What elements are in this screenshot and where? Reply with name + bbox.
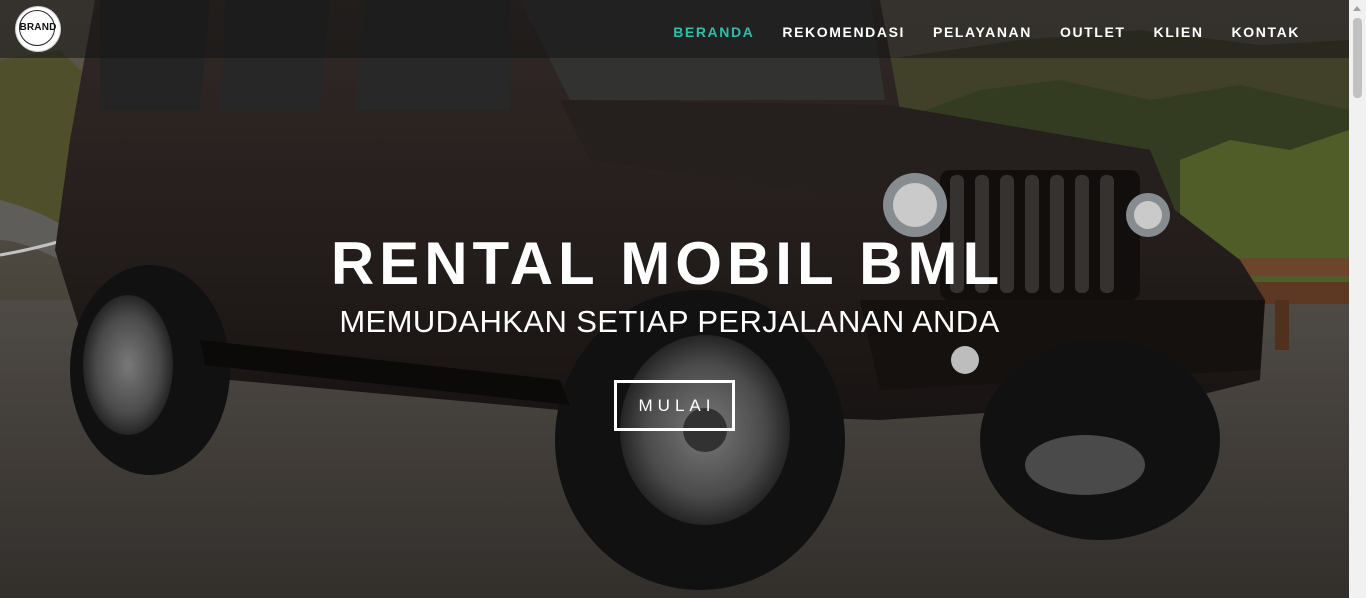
main-nav: BERANDA REKOMENDASI PELAYANAN OUTLET KLI… (659, 0, 1314, 58)
brand-logo[interactable]: BRAND (16, 7, 60, 51)
scrollbar-thumb[interactable] (1353, 18, 1362, 98)
nav-item-beranda[interactable]: BERANDA (659, 0, 768, 58)
brand-logo-text: BRAND (19, 22, 57, 33)
nav-item-pelayanan[interactable]: PELAYANAN (919, 0, 1046, 58)
page-scrollbar[interactable] (1349, 0, 1366, 598)
nav-item-outlet[interactable]: OUTLET (1046, 0, 1140, 58)
nav-item-kontak[interactable]: KONTAK (1218, 0, 1314, 58)
top-navbar: BRAND BERANDA REKOMENDASI PELAYANAN OUTL… (0, 0, 1349, 58)
scroll-up-icon[interactable] (1353, 6, 1361, 11)
hero-text: RENTAL MOBIL BML MEMUDAHKAN SETIAP PERJA… (0, 228, 1349, 340)
hero-subtitle: MEMUDAHKAN SETIAP PERJALANAN ANDA (339, 304, 1000, 339)
hero-title: RENTAL MOBIL BML (330, 230, 1005, 297)
nav-item-klien[interactable]: KLIEN (1140, 0, 1218, 58)
start-button[interactable]: MULAI (614, 380, 735, 431)
hero-section: BRAND BERANDA REKOMENDASI PELAYANAN OUTL… (0, 0, 1349, 598)
nav-item-rekomendasi[interactable]: REKOMENDASI (768, 0, 919, 58)
